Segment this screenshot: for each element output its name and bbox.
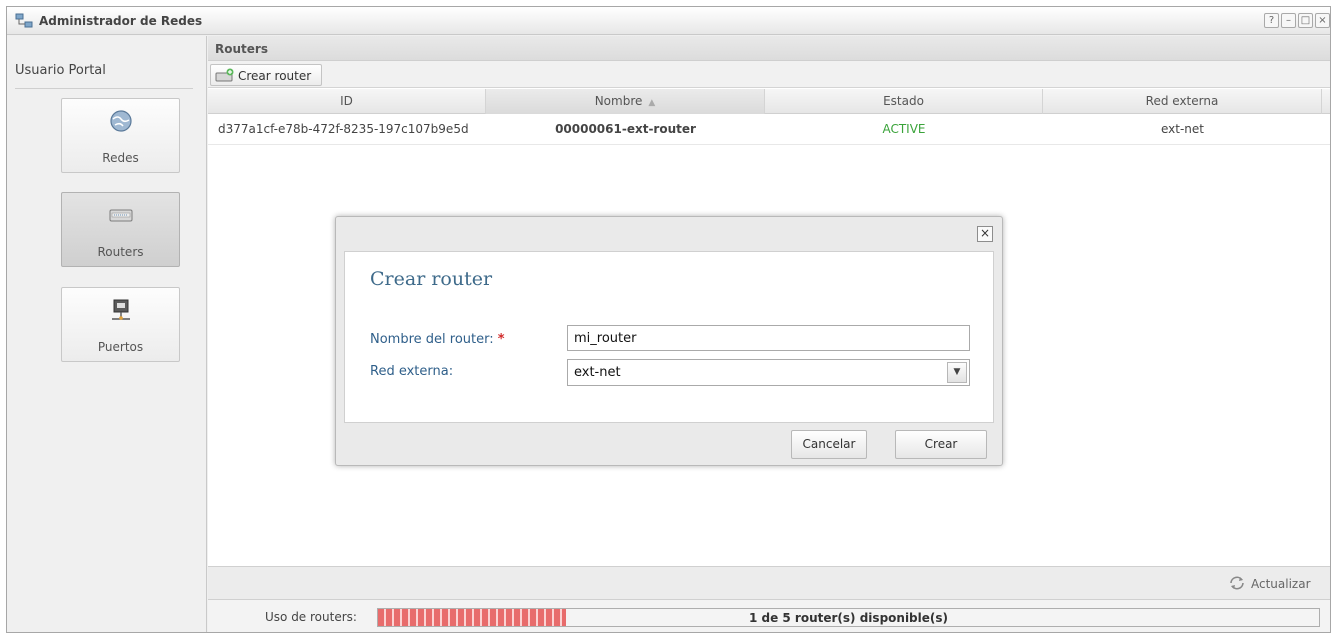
- refresh-button[interactable]: Actualizar: [1251, 577, 1311, 591]
- footer-bar: Actualizar: [208, 566, 1330, 599]
- column-label: Red externa: [1145, 94, 1219, 108]
- chevron-down-icon[interactable]: ▼: [947, 362, 967, 383]
- router-name-input[interactable]: [567, 325, 970, 351]
- router-name-label-text: Nombre del router:: [370, 332, 494, 347]
- sidebar-item-routers[interactable]: Routers: [61, 192, 180, 267]
- sidebar-item-label: Redes: [102, 151, 139, 165]
- cell-estado: ACTIVE: [882, 122, 926, 136]
- cell-id: d377a1cf-e78b-472f-8235-197c107b9e5d: [218, 122, 469, 136]
- cancel-button[interactable]: Cancelar: [791, 430, 867, 459]
- globe-icon: [110, 110, 132, 132]
- title-bar[interactable]: Administrador de Redes ? – □ ×: [7, 7, 1330, 35]
- column-header-red-externa[interactable]: Red externa: [1043, 89, 1322, 114]
- user-label: Usuario Portal: [15, 63, 106, 78]
- window-title: Administrador de Redes: [39, 14, 203, 28]
- grid-header: ID Nombre ▲ Estado Red externa: [208, 89, 1330, 114]
- close-button[interactable]: ×: [1315, 13, 1330, 28]
- panel-header: Routers: [208, 36, 1330, 61]
- usage-label: Uso de routers:: [265, 610, 357, 624]
- maximize-button[interactable]: □: [1298, 13, 1313, 28]
- sidebar-item-puertos[interactable]: Puertos: [61, 287, 180, 362]
- refresh-icon[interactable]: [1228, 575, 1246, 591]
- create-router-label: Crear router: [238, 69, 312, 83]
- column-header-estado[interactable]: Estado: [765, 89, 1043, 114]
- toolbar: Crear router: [208, 61, 1330, 88]
- column-label: Estado: [883, 94, 924, 108]
- panel-title: Routers: [215, 42, 268, 56]
- usage-progress-text: 1 de 5 router(s) disponible(s): [748, 611, 949, 625]
- sidebar-item-redes[interactable]: Redes: [61, 98, 180, 173]
- cell-red-externa: ext-net: [1160, 122, 1204, 136]
- external-network-select[interactable]: ext-net ▼: [567, 359, 970, 386]
- usage-progress: 1 de 5 router(s) disponible(s): [377, 608, 1320, 627]
- create-button[interactable]: Crear: [895, 430, 987, 459]
- create-router-button[interactable]: Crear router: [210, 64, 322, 86]
- usage-bar: Uso de routers: 1 de 5 router(s) disponi…: [208, 599, 1330, 632]
- dialog-body: Crear router Nombre del router: * Red ex…: [344, 251, 994, 423]
- sort-ascending-icon: ▲: [648, 98, 656, 108]
- network-port-icon: [112, 299, 130, 320]
- minimize-button[interactable]: –: [1281, 13, 1296, 28]
- network-admin-icon: [15, 13, 33, 28]
- create-router-dialog: × Crear router Nombre del router: * Red …: [335, 216, 1003, 466]
- router-name-label: Nombre del router: *: [370, 332, 505, 347]
- sidebar-item-label: Routers: [97, 245, 144, 259]
- external-network-label: Red externa:: [370, 364, 454, 379]
- column-header-nombre[interactable]: Nombre ▲: [486, 89, 765, 114]
- required-marker: *: [497, 332, 505, 347]
- sidebar: Usuario Portal Redes Routers Puertos: [7, 36, 207, 632]
- router-icon: [109, 209, 133, 222]
- column-header-id[interactable]: ID: [208, 89, 486, 114]
- cell-nombre: 00000061-ext-router: [555, 122, 696, 136]
- add-router-icon: [215, 68, 234, 82]
- help-button[interactable]: ?: [1264, 13, 1279, 28]
- external-network-value: ext-net: [574, 365, 621, 380]
- divider: [15, 88, 193, 89]
- column-label: Nombre: [594, 94, 643, 108]
- close-icon[interactable]: ×: [977, 226, 993, 242]
- column-label: ID: [340, 94, 353, 108]
- dialog-title: Crear router: [370, 268, 493, 290]
- table-row[interactable]: d377a1cf-e78b-472f-8235-197c107b9e5d 000…: [208, 115, 1330, 145]
- sidebar-item-label: Puertos: [97, 340, 144, 354]
